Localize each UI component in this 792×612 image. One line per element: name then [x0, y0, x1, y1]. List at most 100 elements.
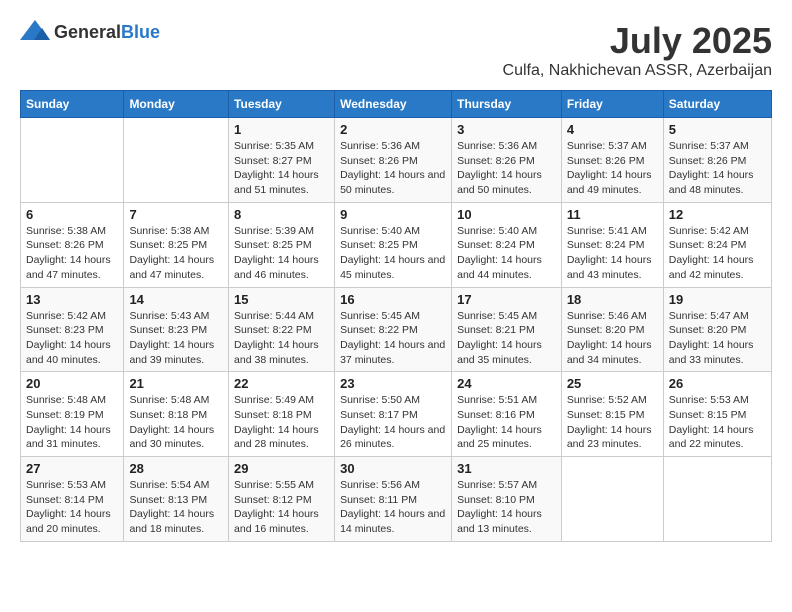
- calendar-cell: 22 Sunrise: 5:49 AMSunset: 8:18 PMDaylig…: [229, 372, 335, 457]
- day-number: 18: [567, 292, 658, 307]
- day-number: 21: [129, 376, 223, 391]
- cell-info: Sunrise: 5:50 AMSunset: 8:17 PMDaylight:…: [340, 393, 446, 452]
- day-number: 1: [234, 122, 329, 137]
- day-number: 10: [457, 207, 556, 222]
- cell-info: Sunrise: 5:41 AMSunset: 8:24 PMDaylight:…: [567, 224, 658, 283]
- logo-text-general: General: [54, 22, 121, 42]
- calendar-cell: 9 Sunrise: 5:40 AMSunset: 8:25 PMDayligh…: [335, 202, 452, 287]
- day-number: 28: [129, 461, 223, 476]
- cell-info: Sunrise: 5:48 AMSunset: 8:19 PMDaylight:…: [26, 393, 118, 452]
- header-saturday: Saturday: [663, 91, 771, 118]
- calendar-cell: [663, 457, 771, 542]
- day-number: 27: [26, 461, 118, 476]
- calendar-cell: 16 Sunrise: 5:45 AMSunset: 8:22 PMDaylig…: [335, 287, 452, 372]
- day-number: 13: [26, 292, 118, 307]
- cell-info: Sunrise: 5:53 AMSunset: 8:15 PMDaylight:…: [669, 393, 766, 452]
- day-number: 16: [340, 292, 446, 307]
- cell-info: Sunrise: 5:35 AMSunset: 8:27 PMDaylight:…: [234, 139, 329, 198]
- header-sunday: Sunday: [21, 91, 124, 118]
- cell-info: Sunrise: 5:43 AMSunset: 8:23 PMDaylight:…: [129, 309, 223, 368]
- cell-info: Sunrise: 5:45 AMSunset: 8:21 PMDaylight:…: [457, 309, 556, 368]
- cell-info: Sunrise: 5:40 AMSunset: 8:25 PMDaylight:…: [340, 224, 446, 283]
- logo-text-blue: Blue: [121, 22, 160, 42]
- header-friday: Friday: [561, 91, 663, 118]
- calendar-title: July 2025: [503, 20, 772, 62]
- cell-info: Sunrise: 5:55 AMSunset: 8:12 PMDaylight:…: [234, 478, 329, 537]
- cell-info: Sunrise: 5:57 AMSunset: 8:10 PMDaylight:…: [457, 478, 556, 537]
- calendar-cell: 19 Sunrise: 5:47 AMSunset: 8:20 PMDaylig…: [663, 287, 771, 372]
- day-number: 6: [26, 207, 118, 222]
- day-number: 15: [234, 292, 329, 307]
- calendar-cell: 25 Sunrise: 5:52 AMSunset: 8:15 PMDaylig…: [561, 372, 663, 457]
- day-number: 14: [129, 292, 223, 307]
- calendar-cell: 13 Sunrise: 5:42 AMSunset: 8:23 PMDaylig…: [21, 287, 124, 372]
- week-row-1: 1 Sunrise: 5:35 AMSunset: 8:27 PMDayligh…: [21, 118, 772, 203]
- calendar-cell: 24 Sunrise: 5:51 AMSunset: 8:16 PMDaylig…: [452, 372, 562, 457]
- calendar-cell: 8 Sunrise: 5:39 AMSunset: 8:25 PMDayligh…: [229, 202, 335, 287]
- calendar-cell: 17 Sunrise: 5:45 AMSunset: 8:21 PMDaylig…: [452, 287, 562, 372]
- calendar-cell: [124, 118, 229, 203]
- cell-info: Sunrise: 5:54 AMSunset: 8:13 PMDaylight:…: [129, 478, 223, 537]
- day-number: 8: [234, 207, 329, 222]
- calendar-cell: 31 Sunrise: 5:57 AMSunset: 8:10 PMDaylig…: [452, 457, 562, 542]
- calendar-cell: 5 Sunrise: 5:37 AMSunset: 8:26 PMDayligh…: [663, 118, 771, 203]
- calendar-cell: 23 Sunrise: 5:50 AMSunset: 8:17 PMDaylig…: [335, 372, 452, 457]
- cell-info: Sunrise: 5:39 AMSunset: 8:25 PMDaylight:…: [234, 224, 329, 283]
- cell-info: Sunrise: 5:42 AMSunset: 8:24 PMDaylight:…: [669, 224, 766, 283]
- day-number: 17: [457, 292, 556, 307]
- calendar-cell: 4 Sunrise: 5:37 AMSunset: 8:26 PMDayligh…: [561, 118, 663, 203]
- week-row-5: 27 Sunrise: 5:53 AMSunset: 8:14 PMDaylig…: [21, 457, 772, 542]
- cell-info: Sunrise: 5:42 AMSunset: 8:23 PMDaylight:…: [26, 309, 118, 368]
- day-number: 23: [340, 376, 446, 391]
- cell-info: Sunrise: 5:48 AMSunset: 8:18 PMDaylight:…: [129, 393, 223, 452]
- calendar-cell: 29 Sunrise: 5:55 AMSunset: 8:12 PMDaylig…: [229, 457, 335, 542]
- calendar-cell: 14 Sunrise: 5:43 AMSunset: 8:23 PMDaylig…: [124, 287, 229, 372]
- calendar-cell: 28 Sunrise: 5:54 AMSunset: 8:13 PMDaylig…: [124, 457, 229, 542]
- day-number: 20: [26, 376, 118, 391]
- cell-info: Sunrise: 5:36 AMSunset: 8:26 PMDaylight:…: [457, 139, 556, 198]
- cell-info: Sunrise: 5:49 AMSunset: 8:18 PMDaylight:…: [234, 393, 329, 452]
- cell-info: Sunrise: 5:52 AMSunset: 8:15 PMDaylight:…: [567, 393, 658, 452]
- calendar-cell: 27 Sunrise: 5:53 AMSunset: 8:14 PMDaylig…: [21, 457, 124, 542]
- calendar-subtitle: Culfa, Nakhichevan ASSR, Azerbaijan: [503, 62, 772, 80]
- day-number: 2: [340, 122, 446, 137]
- page-header: GeneralBlue July 2025 Culfa, Nakhichevan…: [20, 20, 772, 80]
- calendar-cell: 18 Sunrise: 5:46 AMSunset: 8:20 PMDaylig…: [561, 287, 663, 372]
- day-number: 29: [234, 461, 329, 476]
- week-row-2: 6 Sunrise: 5:38 AMSunset: 8:26 PMDayligh…: [21, 202, 772, 287]
- calendar-cell: 6 Sunrise: 5:38 AMSunset: 8:26 PMDayligh…: [21, 202, 124, 287]
- cell-info: Sunrise: 5:37 AMSunset: 8:26 PMDaylight:…: [567, 139, 658, 198]
- cell-info: Sunrise: 5:45 AMSunset: 8:22 PMDaylight:…: [340, 309, 446, 368]
- week-row-4: 20 Sunrise: 5:48 AMSunset: 8:19 PMDaylig…: [21, 372, 772, 457]
- header-thursday: Thursday: [452, 91, 562, 118]
- day-number: 9: [340, 207, 446, 222]
- cell-info: Sunrise: 5:47 AMSunset: 8:20 PMDaylight:…: [669, 309, 766, 368]
- cell-info: Sunrise: 5:46 AMSunset: 8:20 PMDaylight:…: [567, 309, 658, 368]
- calendar-table: SundayMondayTuesdayWednesdayThursdayFrid…: [20, 90, 772, 542]
- header-tuesday: Tuesday: [229, 91, 335, 118]
- calendar-cell: 2 Sunrise: 5:36 AMSunset: 8:26 PMDayligh…: [335, 118, 452, 203]
- cell-info: Sunrise: 5:53 AMSunset: 8:14 PMDaylight:…: [26, 478, 118, 537]
- header-wednesday: Wednesday: [335, 91, 452, 118]
- cell-info: Sunrise: 5:56 AMSunset: 8:11 PMDaylight:…: [340, 478, 446, 537]
- day-number: 26: [669, 376, 766, 391]
- calendar-cell: 3 Sunrise: 5:36 AMSunset: 8:26 PMDayligh…: [452, 118, 562, 203]
- day-number: 30: [340, 461, 446, 476]
- day-number: 5: [669, 122, 766, 137]
- day-number: 24: [457, 376, 556, 391]
- day-number: 7: [129, 207, 223, 222]
- calendar-cell: [21, 118, 124, 203]
- logo-icon: [20, 20, 50, 44]
- calendar-header: SundayMondayTuesdayWednesdayThursdayFrid…: [21, 91, 772, 118]
- day-number: 31: [457, 461, 556, 476]
- day-number: 19: [669, 292, 766, 307]
- day-number: 4: [567, 122, 658, 137]
- calendar-cell: 20 Sunrise: 5:48 AMSunset: 8:19 PMDaylig…: [21, 372, 124, 457]
- day-number: 22: [234, 376, 329, 391]
- day-number: 3: [457, 122, 556, 137]
- day-number: 12: [669, 207, 766, 222]
- cell-info: Sunrise: 5:36 AMSunset: 8:26 PMDaylight:…: [340, 139, 446, 198]
- calendar-cell: [561, 457, 663, 542]
- calendar-cell: 21 Sunrise: 5:48 AMSunset: 8:18 PMDaylig…: [124, 372, 229, 457]
- cell-info: Sunrise: 5:51 AMSunset: 8:16 PMDaylight:…: [457, 393, 556, 452]
